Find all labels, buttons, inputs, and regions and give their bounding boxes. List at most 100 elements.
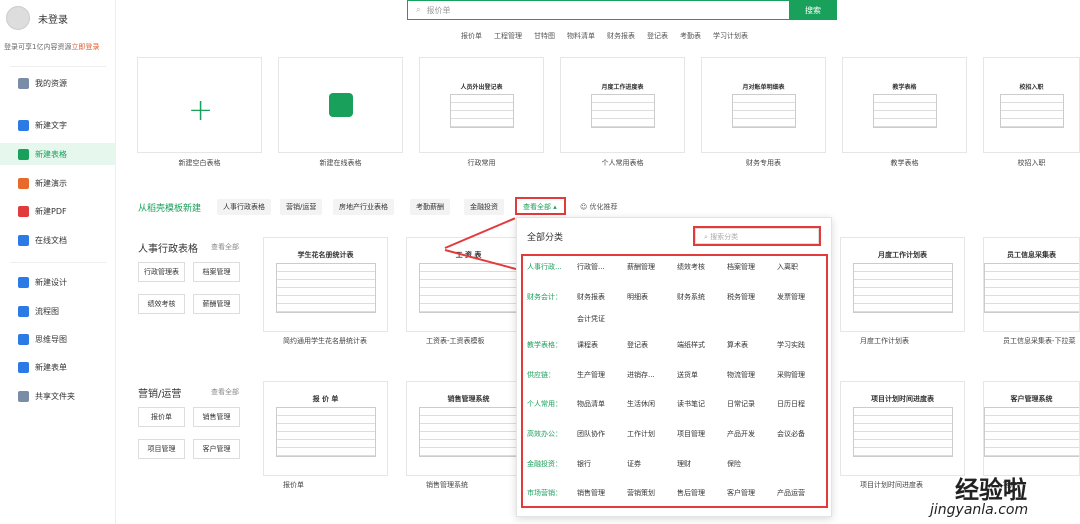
- filter-tab[interactable]: 金融投资: [464, 199, 504, 215]
- category-chip[interactable]: 档案管理: [193, 262, 240, 282]
- filter-tab[interactable]: 房地产行业表格: [333, 199, 394, 215]
- sidebar-item-0[interactable]: 我的资源: [0, 72, 116, 94]
- category-item[interactable]: 读书笔记: [677, 399, 727, 409]
- filter-tab[interactable]: 营销/运营: [280, 199, 323, 215]
- category-item[interactable]: 银行: [577, 459, 627, 469]
- category-item[interactable]: 绩效考核: [677, 262, 727, 272]
- category-item[interactable]: 采购管理: [777, 370, 827, 380]
- template-card-4[interactable]: 月对账单明细表: [701, 57, 826, 153]
- template-card-0[interactable]: +: [137, 57, 262, 153]
- category-item[interactable]: 售后管理: [677, 488, 727, 498]
- category-chip[interactable]: 项目管理: [138, 439, 185, 459]
- category-item[interactable]: 生活休闲: [627, 399, 677, 409]
- template-thumbnail[interactable]: 月度工作计划表: [840, 237, 965, 332]
- category-item[interactable]: 明细表: [627, 292, 677, 302]
- category-item[interactable]: 客户管理: [727, 488, 777, 498]
- category-item[interactable]: 学习实践: [777, 340, 827, 350]
- category-search-input[interactable]: ⌕ 搜索分类: [693, 226, 821, 246]
- sidebar-item-2[interactable]: 新建表格: [0, 143, 116, 165]
- template-thumbnail[interactable]: 员工信息采集表: [983, 237, 1080, 332]
- hr-see-all[interactable]: 查看全部: [211, 242, 239, 252]
- category-item[interactable]: 财务报表: [577, 292, 627, 302]
- category-item[interactable]: 档案管理: [727, 262, 777, 272]
- marketing-see-all[interactable]: 查看全部: [211, 387, 239, 397]
- category-item[interactable]: 项目管理: [677, 429, 727, 439]
- category-chip[interactable]: 薪酬管理: [193, 294, 240, 314]
- category-item[interactable]: 日历日程: [777, 399, 827, 409]
- search-input[interactable]: ⌕ 报价单: [407, 0, 789, 20]
- category-name[interactable]: 财务会计：: [527, 292, 577, 336]
- hot-tag[interactable]: 物料清单: [567, 31, 595, 41]
- category-name[interactable]: 个人常用：: [527, 399, 577, 421]
- hot-tag[interactable]: 财务报表: [607, 31, 635, 41]
- hot-tag[interactable]: 登记表: [647, 31, 668, 41]
- sidebar-item-8[interactable]: 思维导图: [0, 328, 116, 350]
- user-area[interactable]: 未登录: [6, 6, 68, 30]
- sidebar-item-7[interactable]: 流程图: [0, 300, 116, 322]
- template-thumbnail[interactable]: 工 资 表: [406, 237, 531, 332]
- category-item[interactable]: 登记表: [627, 340, 677, 350]
- user-name[interactable]: 未登录: [38, 11, 68, 26]
- category-item[interactable]: 物流管理: [727, 370, 777, 380]
- category-chip[interactable]: 绩效考核: [138, 294, 185, 314]
- category-name[interactable]: 市场营销：: [527, 488, 577, 510]
- category-name[interactable]: 金融投资：: [527, 459, 577, 481]
- sidebar-item-4[interactable]: 新建PDF: [0, 200, 116, 222]
- recommend-toggle[interactable]: ☺ 优化推荐: [580, 202, 618, 212]
- category-item[interactable]: 会议必备: [777, 429, 827, 439]
- category-item[interactable]: 入离职: [777, 262, 827, 272]
- template-card-2[interactable]: 人员外出登记表: [419, 57, 544, 153]
- category-item[interactable]: 生产管理: [577, 370, 627, 380]
- category-item[interactable]: 财务系统: [677, 292, 727, 302]
- sidebar-item-5[interactable]: 在线文档: [0, 229, 116, 251]
- category-item[interactable]: 物品清单: [577, 399, 627, 409]
- category-item[interactable]: 算术表: [727, 340, 777, 350]
- category-item[interactable]: 税务管理: [727, 292, 777, 302]
- template-thumbnail[interactable]: 销售管理系统: [406, 381, 531, 476]
- hot-tag[interactable]: 报价单: [461, 31, 482, 41]
- category-item[interactable]: 工作计划: [627, 429, 677, 439]
- category-item[interactable]: 证券: [627, 459, 677, 469]
- hot-tag[interactable]: 考勤表: [680, 31, 701, 41]
- filter-tab[interactable]: 人事行政表格: [217, 199, 271, 215]
- category-name[interactable]: 高效办公：: [527, 429, 577, 451]
- category-item[interactable]: 送货单: [677, 370, 727, 380]
- template-thumbnail[interactable]: 学生花名册统计表: [263, 237, 388, 332]
- sidebar-item-10[interactable]: 共享文件夹: [0, 385, 116, 407]
- category-item[interactable]: 薪酬管理: [627, 262, 677, 272]
- sidebar-item-6[interactable]: 新建设计: [0, 271, 116, 293]
- sidebar-item-3[interactable]: 新建演示: [0, 172, 116, 194]
- category-item[interactable]: 端纸样式: [677, 340, 727, 350]
- category-item[interactable]: 产品运营: [777, 488, 827, 498]
- sidebar-item-1[interactable]: 新建文字: [0, 114, 116, 136]
- template-thumbnail[interactable]: 客户管理系统: [983, 381, 1080, 476]
- avatar[interactable]: [6, 6, 30, 30]
- category-item[interactable]: 营销策划: [627, 488, 677, 498]
- category-chip[interactable]: 行政管理表: [138, 262, 185, 282]
- category-name[interactable]: 教学表格：: [527, 340, 577, 362]
- login-link[interactable]: 立即登录: [71, 43, 99, 51]
- category-item[interactable]: 产品开发: [727, 429, 777, 439]
- category-chip[interactable]: 销售管理: [193, 407, 240, 427]
- filter-tab[interactable]: 考勤薪酬: [410, 199, 450, 215]
- category-item[interactable]: 发票管理: [777, 292, 827, 302]
- category-item[interactable]: 进销存...: [627, 370, 677, 380]
- template-card-6[interactable]: 校招入职: [983, 57, 1080, 153]
- template-card-3[interactable]: 月度工作进度表: [560, 57, 685, 153]
- search-button[interactable]: 搜索: [789, 0, 837, 20]
- template-card-5[interactable]: 教学表格: [842, 57, 967, 153]
- category-item[interactable]: 课程表: [577, 340, 627, 350]
- template-thumbnail[interactable]: 报 价 单: [263, 381, 388, 476]
- template-thumbnail[interactable]: 项目计划时间进度表: [840, 381, 965, 476]
- category-item[interactable]: 团队协作: [577, 429, 627, 439]
- category-chip[interactable]: 客户管理: [193, 439, 240, 459]
- template-card-1[interactable]: [278, 57, 403, 153]
- category-name[interactable]: 人事行政...: [527, 262, 577, 284]
- category-item[interactable]: 日常记录: [727, 399, 777, 409]
- category-chip[interactable]: 报价单: [138, 407, 185, 427]
- category-item[interactable]: 行政管...: [577, 262, 627, 272]
- category-item[interactable]: 保险: [727, 459, 777, 469]
- hot-tag[interactable]: 工程管理: [494, 31, 522, 41]
- sidebar-item-9[interactable]: 新建表单: [0, 356, 116, 378]
- category-item[interactable]: 理财: [677, 459, 727, 469]
